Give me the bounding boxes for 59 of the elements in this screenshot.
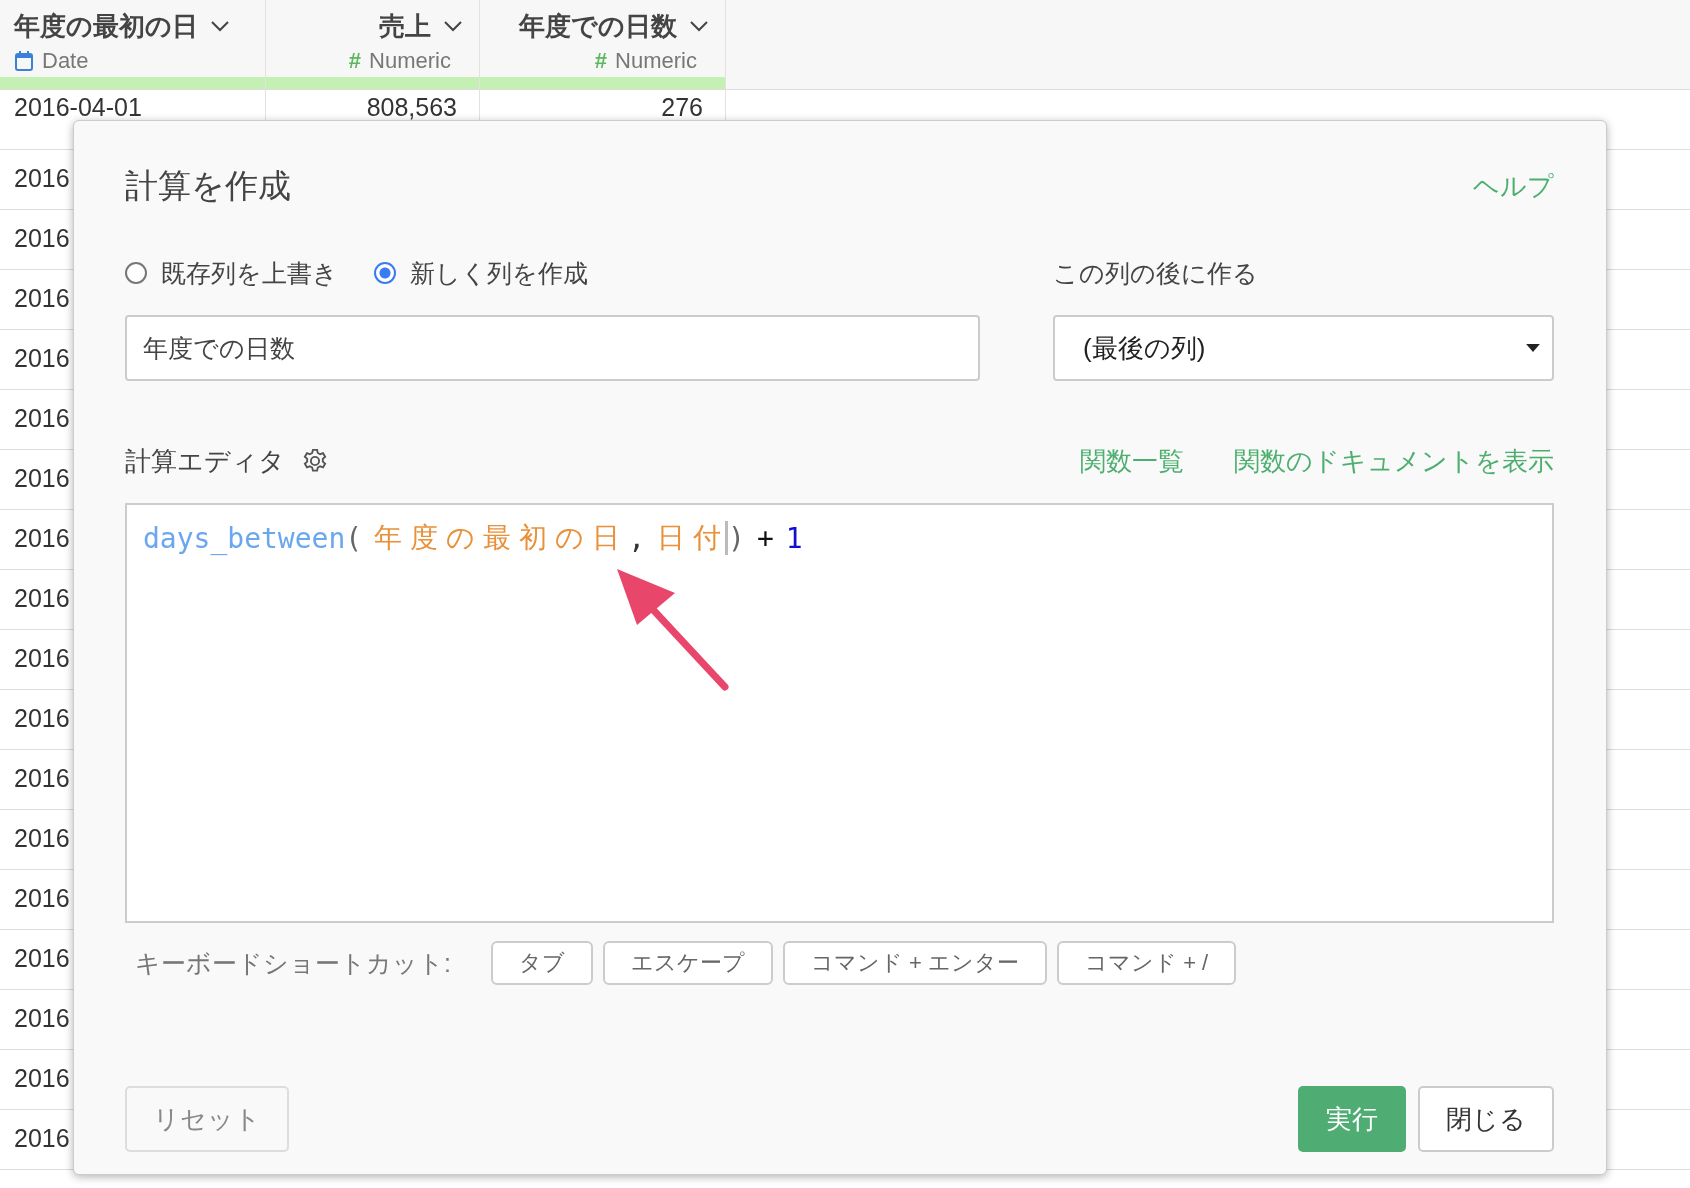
column-title: 年度での日数 [519, 9, 677, 43]
table-cell: 2016 [14, 764, 70, 792]
code-token: , [628, 521, 645, 555]
code-token: 日付 [657, 521, 729, 555]
calendar-icon [14, 50, 34, 72]
column-name-field[interactable]: 年度での日数 [125, 315, 980, 381]
table-cell: 2016 [14, 1064, 70, 1092]
table-cell: 2016 [14, 1004, 70, 1032]
column-type: Numeric [369, 48, 451, 74]
table-cell: 2016 [14, 944, 70, 972]
column-header[interactable]: 年度の最初の日 Date [0, 0, 266, 89]
editor-label: 計算エディタ [125, 444, 285, 478]
table-cell: 2016-04-01 [14, 93, 142, 121]
column-header[interactable]: 売上 # Numeric [266, 0, 480, 89]
settings-icon[interactable] [301, 447, 329, 475]
table-cell: 276 [661, 93, 703, 121]
code-token: ) [728, 521, 745, 555]
column-title: 売上 [379, 9, 431, 43]
shortcut-key[interactable]: コマンド + / [1057, 941, 1237, 985]
code-token: 1 [785, 521, 803, 555]
code-token: + [756, 521, 774, 555]
chevron-down-icon[interactable] [210, 20, 230, 32]
table-cell: 2016 [14, 284, 70, 312]
shortcut-key[interactable]: タブ [490, 941, 593, 985]
table-cell: 2016 [14, 404, 70, 432]
numeric-type-symbol: # [348, 48, 362, 74]
table-cell: 2016 [14, 164, 70, 192]
table-cell: 2016 [14, 224, 70, 252]
column-header[interactable]: 年度での日数 # Numeric [480, 0, 726, 89]
table-cell: 2016 [14, 1124, 70, 1152]
table-cell: 2016 [14, 704, 70, 732]
chevron-down-icon[interactable] [689, 20, 709, 32]
numeric-type-symbol: # [594, 48, 608, 74]
shortcuts-label: キーボードショートカット: [135, 947, 451, 979]
table-cell: 2016 [14, 464, 70, 492]
table-cell: 2016 [14, 824, 70, 852]
shortcut-key[interactable]: コマンド + エンター [782, 941, 1048, 985]
column-type: Numeric [615, 48, 697, 74]
table-cell: 2016 [14, 344, 70, 372]
shortcut-key[interactable]: エスケープ [602, 941, 773, 985]
table-cell: 2016 [14, 584, 70, 612]
radio-option[interactable]: 既存列を上書き [125, 256, 338, 290]
table-cell: 808,563 [366, 93, 457, 121]
code-token: 年度の最初の日 [374, 521, 629, 555]
dialog-title: 計算を作成 [125, 165, 291, 206]
column-type: Date [42, 48, 89, 74]
code-token: ( [345, 521, 363, 555]
table-cell: 2016 [14, 884, 70, 912]
caret-icon [1526, 344, 1540, 352]
table-cell: 2016 [14, 524, 70, 552]
table-cell: 2016 [14, 644, 70, 672]
code-token: days_between [143, 521, 346, 555]
close-button[interactable]: 閉じる [1418, 1086, 1554, 1152]
radio-option[interactable]: 新しく列を作成 [374, 256, 588, 290]
position-label: この列の後に作る [1053, 258, 1259, 289]
column-title: 年度の最初の日 [14, 9, 198, 43]
chevron-down-icon[interactable] [443, 20, 463, 32]
position-dropdown[interactable]: (最後の列) [1053, 315, 1554, 381]
code-editor[interactable]: days_between( 年度の最初の日, 日付) + 1 [125, 503, 1554, 923]
